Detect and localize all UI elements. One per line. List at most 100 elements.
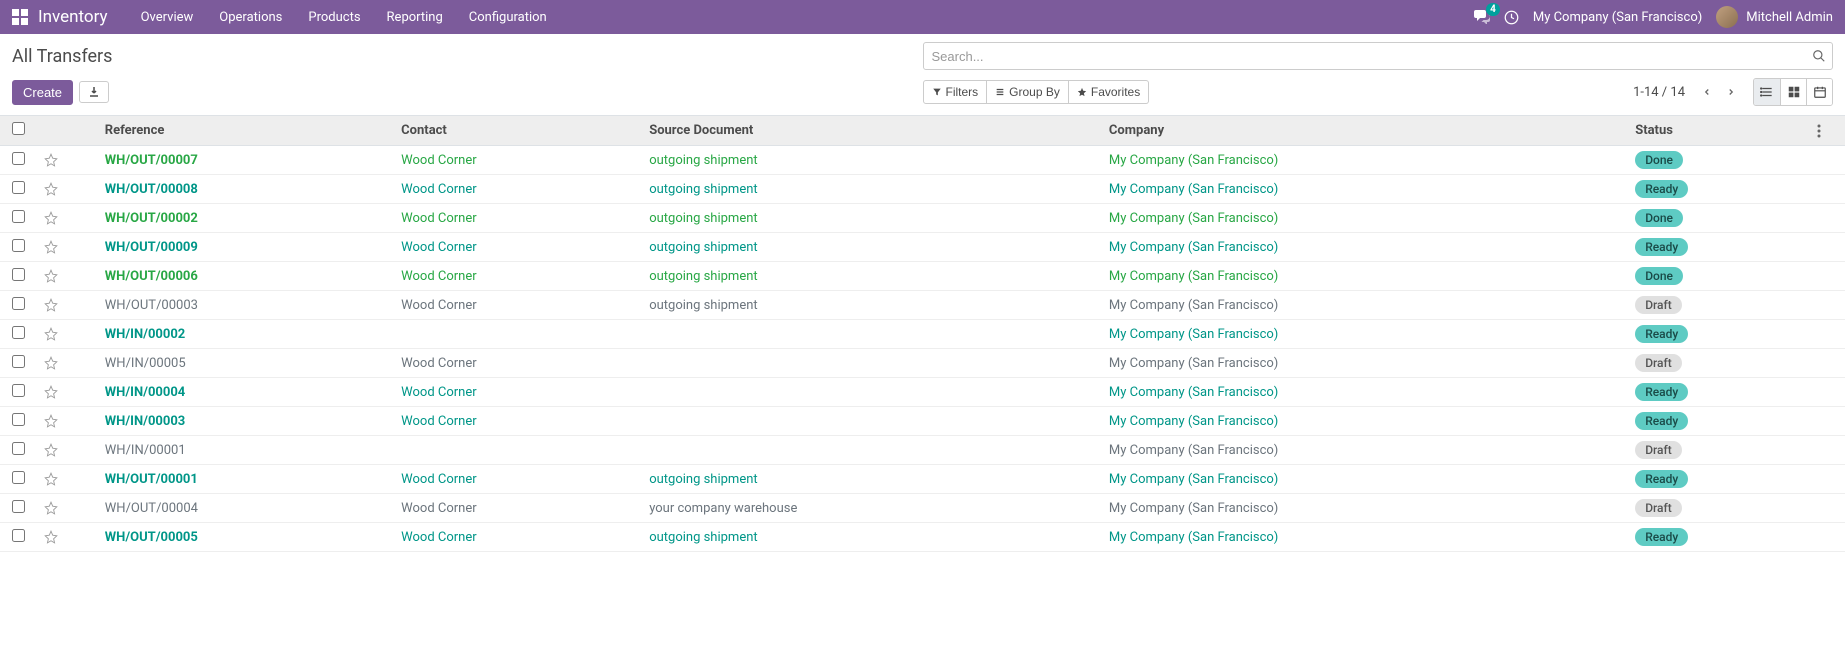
row-checkbox[interactable] xyxy=(12,326,25,339)
row-checkbox[interactable] xyxy=(12,355,25,368)
download-button[interactable] xyxy=(79,81,109,103)
reference-link[interactable]: WH/OUT/00005 xyxy=(105,530,198,545)
avatar xyxy=(1716,6,1738,28)
discuss-icon[interactable]: 4 xyxy=(1474,10,1490,24)
table-row[interactable]: WH/OUT/00004Wood Corneryour company ware… xyxy=(0,494,1845,523)
source-cell: outgoing shipment xyxy=(649,269,757,284)
company-cell: My Company (San Francisco) xyxy=(1109,240,1278,255)
row-checkbox[interactable] xyxy=(12,297,25,310)
contact-cell: Wood Corner xyxy=(401,414,476,429)
select-all-checkbox[interactable] xyxy=(12,122,25,135)
table-row[interactable]: WH/OUT/00003Wood Corneroutgoing shipment… xyxy=(0,291,1845,320)
status-badge: Done xyxy=(1635,267,1683,285)
row-checkbox[interactable] xyxy=(12,239,25,252)
star-toggle[interactable] xyxy=(44,269,88,283)
star-toggle[interactable] xyxy=(44,182,88,196)
reference-link[interactable]: WH/IN/00003 xyxy=(105,414,185,429)
reference-link[interactable]: WH/IN/00005 xyxy=(105,356,186,371)
col-reference[interactable]: Reference xyxy=(97,116,393,146)
row-checkbox[interactable] xyxy=(12,529,25,542)
user-menu[interactable]: Mitchell Admin xyxy=(1716,6,1833,28)
contact-cell: Wood Corner xyxy=(401,501,476,516)
activity-icon[interactable] xyxy=(1504,10,1519,25)
table-row[interactable]: WH/IN/00001My Company (San Francisco)Dra… xyxy=(0,436,1845,465)
view-calendar[interactable] xyxy=(1806,79,1832,105)
row-checkbox[interactable] xyxy=(12,413,25,426)
reference-link[interactable]: WH/OUT/00004 xyxy=(105,501,198,516)
table-row[interactable]: WH/OUT/00009Wood Corneroutgoing shipment… xyxy=(0,233,1845,262)
pager-prev[interactable] xyxy=(1695,80,1719,104)
star-icon xyxy=(1077,87,1087,97)
filter-icon xyxy=(932,87,942,97)
star-toggle[interactable] xyxy=(44,530,88,544)
star-toggle[interactable] xyxy=(44,501,88,515)
reference-link[interactable]: WH/OUT/00006 xyxy=(105,269,198,284)
col-company[interactable]: Company xyxy=(1101,116,1627,146)
table-row[interactable]: WH/OUT/00008Wood Corneroutgoing shipment… xyxy=(0,175,1845,204)
nav-products[interactable]: Products xyxy=(295,0,373,34)
company-cell: My Company (San Francisco) xyxy=(1109,472,1278,487)
reference-link[interactable]: WH/IN/00001 xyxy=(105,443,186,458)
row-checkbox[interactable] xyxy=(12,210,25,223)
status-badge: Draft xyxy=(1635,296,1682,314)
star-toggle[interactable] xyxy=(44,356,88,370)
star-toggle[interactable] xyxy=(44,414,88,428)
row-checkbox[interactable] xyxy=(12,500,25,513)
row-checkbox[interactable] xyxy=(12,384,25,397)
search-input[interactable] xyxy=(923,42,1834,70)
reference-link[interactable]: WH/IN/00002 xyxy=(105,327,185,342)
table-row[interactable]: WH/IN/00002My Company (San Francisco)Rea… xyxy=(0,320,1845,349)
table-row[interactable]: WH/OUT/00001Wood Corneroutgoing shipment… xyxy=(0,465,1845,494)
nav-operations[interactable]: Operations xyxy=(206,0,295,34)
star-toggle[interactable] xyxy=(44,240,88,254)
source-cell: outgoing shipment xyxy=(649,211,757,226)
star-toggle[interactable] xyxy=(44,298,88,312)
col-contact[interactable]: Contact xyxy=(393,116,641,146)
filters-button[interactable]: Filters xyxy=(923,80,988,104)
table-row[interactable]: WH/IN/00004Wood CornerMy Company (San Fr… xyxy=(0,378,1845,407)
star-toggle[interactable] xyxy=(44,443,88,457)
reference-link[interactable]: WH/OUT/00007 xyxy=(105,153,198,168)
favorites-button[interactable]: Favorites xyxy=(1069,80,1149,104)
reference-link[interactable]: WH/IN/00004 xyxy=(105,385,185,400)
nav-overview[interactable]: Overview xyxy=(128,0,207,34)
reference-link[interactable]: WH/OUT/00008 xyxy=(105,182,198,197)
table-row[interactable]: WH/IN/00003Wood CornerMy Company (San Fr… xyxy=(0,407,1845,436)
row-checkbox[interactable] xyxy=(12,268,25,281)
row-checkbox[interactable] xyxy=(12,152,25,165)
source-cell: outgoing shipment xyxy=(649,240,757,255)
app-name[interactable]: Inventory xyxy=(38,7,108,27)
col-options[interactable] xyxy=(1809,116,1845,146)
star-toggle[interactable] xyxy=(44,385,88,399)
pager-text[interactable]: 1-14 / 14 xyxy=(1633,85,1685,100)
table-row[interactable]: WH/OUT/00006Wood Corneroutgoing shipment… xyxy=(0,262,1845,291)
row-checkbox[interactable] xyxy=(12,442,25,455)
pager-next[interactable] xyxy=(1719,80,1743,104)
table-row[interactable]: WH/OUT/00002Wood Corneroutgoing shipment… xyxy=(0,204,1845,233)
breadcrumb: All Transfers xyxy=(12,46,923,67)
row-checkbox[interactable] xyxy=(12,471,25,484)
table-row[interactable]: WH/OUT/00005Wood Corneroutgoing shipment… xyxy=(0,523,1845,552)
table-row[interactable]: WH/IN/00005Wood CornerMy Company (San Fr… xyxy=(0,349,1845,378)
search-button[interactable] xyxy=(1805,42,1833,70)
star-toggle[interactable] xyxy=(44,327,88,341)
reference-link[interactable]: WH/OUT/00009 xyxy=(105,240,198,255)
company-selector[interactable]: My Company (San Francisco) xyxy=(1533,10,1702,25)
nav-reporting[interactable]: Reporting xyxy=(374,0,456,34)
group-by-button[interactable]: Group By xyxy=(987,80,1069,104)
nav-configuration[interactable]: Configuration xyxy=(456,0,560,34)
star-toggle[interactable] xyxy=(44,211,88,225)
table-row[interactable]: WH/OUT/00007Wood Corneroutgoing shipment… xyxy=(0,146,1845,175)
col-source[interactable]: Source Document xyxy=(641,116,1101,146)
view-kanban[interactable] xyxy=(1780,79,1806,105)
star-toggle[interactable] xyxy=(44,472,88,486)
create-button[interactable]: Create xyxy=(12,80,73,105)
star-toggle[interactable] xyxy=(44,153,88,167)
reference-link[interactable]: WH/OUT/00002 xyxy=(105,211,198,226)
reference-link[interactable]: WH/OUT/00003 xyxy=(105,298,198,313)
view-list[interactable] xyxy=(1754,79,1780,105)
reference-link[interactable]: WH/OUT/00001 xyxy=(105,472,198,487)
apps-icon[interactable] xyxy=(12,9,28,25)
row-checkbox[interactable] xyxy=(12,181,25,194)
col-status[interactable]: Status xyxy=(1627,116,1808,146)
